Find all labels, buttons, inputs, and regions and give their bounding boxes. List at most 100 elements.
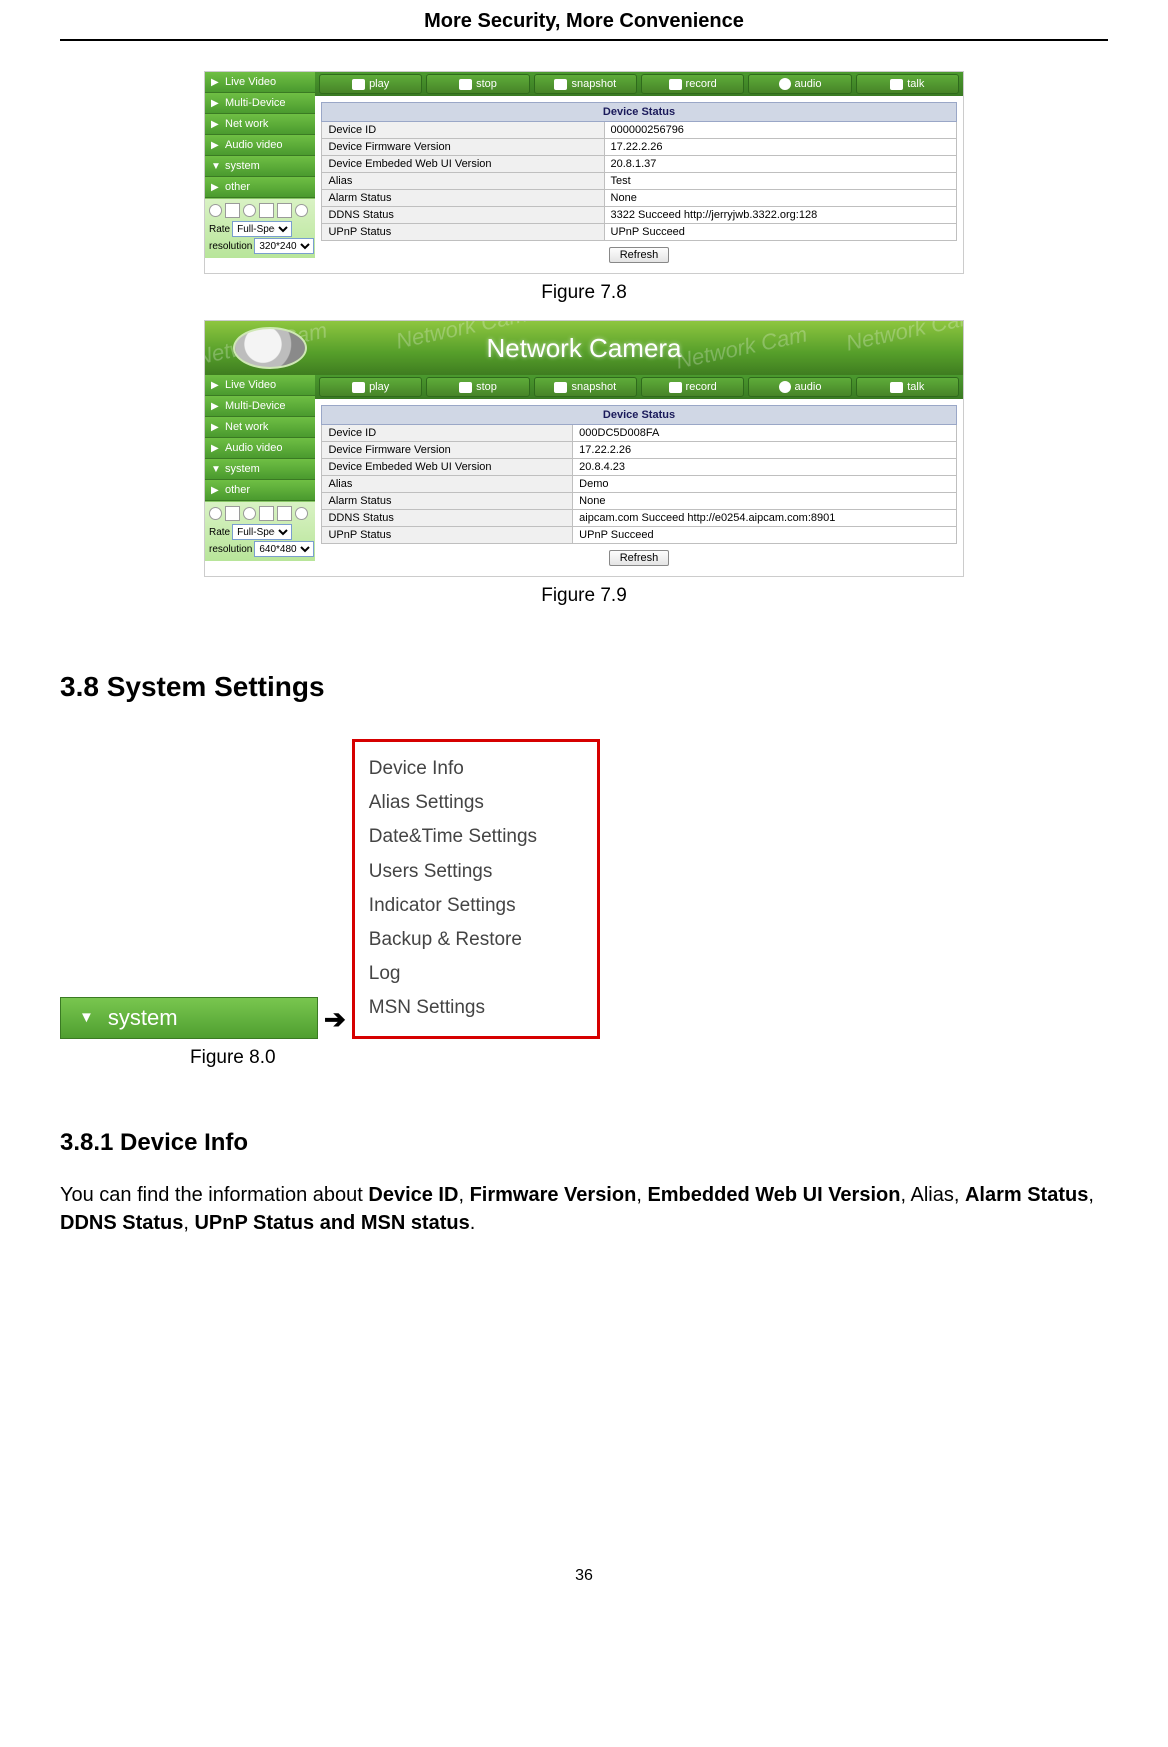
refresh-button[interactable]: Refresh	[609, 247, 670, 263]
sidebar-item-other[interactable]: ▶other	[205, 480, 315, 501]
sidebar-item-system[interactable]: ▼ system	[60, 997, 318, 1039]
chevron-right-icon: ▶	[211, 182, 221, 193]
fig79-toolbar: play stop snapshot record audio talk	[315, 375, 963, 399]
body-text: ,	[636, 1184, 647, 1206]
record-button[interactable]: record	[641, 74, 744, 94]
stop-button[interactable]: stop	[426, 377, 529, 397]
menu-item-log[interactable]: Log	[369, 957, 583, 991]
rate-select[interactable]: Full-Speed	[232, 524, 292, 540]
sidebar-item-audio-video[interactable]: ▶Audio video	[205, 438, 315, 459]
fig78-toolbar: play stop snapshot record audio talk	[315, 72, 963, 96]
talk-button[interactable]: talk	[856, 377, 959, 397]
banner: Network Cam Network Cam Network Cam Netw…	[205, 321, 963, 375]
resolution-select[interactable]: 320*240	[254, 238, 314, 254]
sidebar-item-system[interactable]: ▼system	[205, 459, 315, 480]
layout-button[interactable]	[259, 506, 274, 521]
layout-button[interactable]	[209, 204, 222, 217]
system-submenu: Device Info Alias Settings Date&Time Set…	[352, 739, 600, 1039]
resolution-select[interactable]: 640*480	[254, 541, 314, 557]
refresh-button[interactable]: Refresh	[609, 550, 670, 566]
page-number: 36	[60, 1567, 1108, 1585]
play-button[interactable]: play	[319, 74, 422, 94]
rate-label: Rate	[209, 224, 230, 235]
snapshot-label: snapshot	[571, 381, 616, 393]
audio-label: audio	[795, 78, 822, 90]
menu-item-indicator-settings[interactable]: Indicator Settings	[369, 889, 583, 923]
snapshot-button[interactable]: snapshot	[534, 74, 637, 94]
bold-term: Firmware Version	[470, 1184, 637, 1206]
body-text: ,	[458, 1184, 469, 1206]
menu-item-backup-restore[interactable]: Backup & Restore	[369, 923, 583, 957]
sidebar-item-live-video[interactable]: ▶ Live Video	[205, 72, 315, 93]
sidebar-item-network[interactable]: ▶Net work	[205, 417, 315, 438]
body-text: .	[470, 1212, 476, 1234]
chevron-right-icon: ▶	[211, 401, 221, 412]
sidebar-item-live-video[interactable]: ▶Live Video	[205, 375, 315, 396]
sidebar-item-audio-video[interactable]: ▶ Audio video	[205, 135, 315, 156]
chevron-right-icon: ▶	[211, 485, 221, 496]
stop-button[interactable]: stop	[426, 74, 529, 94]
stop-icon	[459, 79, 472, 90]
chevron-right-icon: ▶	[211, 443, 221, 454]
status-value: None	[573, 493, 956, 510]
snapshot-button[interactable]: snapshot	[534, 377, 637, 397]
play-label: play	[369, 78, 389, 90]
menu-item-msn-settings[interactable]: MSN Settings	[369, 991, 583, 1025]
talk-button[interactable]: talk	[856, 74, 959, 94]
table-row: Device Firmware Version17.22.2.26	[322, 442, 956, 459]
table-row: DDNS Statusaipcam.com Succeed http://e02…	[322, 510, 956, 527]
menu-item-alias-settings[interactable]: Alias Settings	[369, 786, 583, 820]
stop-label: stop	[476, 78, 497, 90]
sidebar-item-other[interactable]: ▶ other	[205, 177, 315, 198]
audio-icon	[779, 381, 791, 393]
table-row: Device ID000000256796	[322, 122, 956, 139]
table-row: AliasDemo	[322, 476, 956, 493]
layout-button[interactable]	[277, 506, 292, 521]
sidebar-item-multi-device[interactable]: ▶ Multi-Device	[205, 93, 315, 114]
sidebar-item-system[interactable]: ▼ system	[205, 156, 315, 177]
sidebar-item-label: Live Video	[225, 76, 276, 88]
body-text: , Alias,	[900, 1184, 964, 1206]
chevron-right-icon: ▶	[211, 140, 221, 151]
layout-button[interactable]	[295, 204, 308, 217]
menu-item-device-info[interactable]: Device Info	[369, 752, 583, 786]
table-row: AliasTest	[322, 173, 956, 190]
status-key: DDNS Status	[322, 207, 604, 224]
rate-select[interactable]: Full-Speed	[232, 221, 292, 237]
snapshot-icon	[554, 382, 567, 393]
layout-button[interactable]	[225, 203, 240, 218]
layout-button[interactable]	[295, 507, 308, 520]
play-icon	[352, 79, 365, 90]
control-panel: Rate Full-Speed resolution 320*240	[205, 198, 315, 258]
play-button[interactable]: play	[319, 377, 422, 397]
device-status-table: Device Status Device ID000DC5D008FA Devi…	[321, 405, 956, 544]
layout-button[interactable]	[209, 507, 222, 520]
rate-label: Rate	[209, 527, 230, 538]
table-row: Alarm StatusNone	[322, 190, 956, 207]
layout-button[interactable]	[243, 507, 256, 520]
layout-button[interactable]	[259, 203, 274, 218]
sidebar-item-label: other	[225, 181, 250, 193]
status-value: 000DC5D008FA	[573, 425, 956, 442]
layout-button[interactable]	[277, 203, 292, 218]
bold-term: Alarm Status	[965, 1184, 1088, 1206]
layout-button[interactable]	[225, 506, 240, 521]
status-key: Device Firmware Version	[322, 442, 573, 459]
header-rule	[60, 39, 1108, 41]
fig79-sidebar: ▶Live Video ▶Multi-Device ▶Net work ▶Aud…	[205, 375, 315, 576]
sidebar-item-multi-device[interactable]: ▶Multi-Device	[205, 396, 315, 417]
chevron-right-icon: ▶	[211, 422, 221, 433]
audio-button[interactable]: audio	[748, 74, 851, 94]
menu-item-users-settings[interactable]: Users Settings	[369, 855, 583, 889]
figure-8-0: ▼ system ➔ Device Info Alias Settings Da…	[60, 739, 1108, 1039]
talk-label: talk	[907, 78, 924, 90]
layout-button[interactable]	[243, 204, 256, 217]
status-value: 17.22.2.26	[573, 442, 956, 459]
sidebar-item-network[interactable]: ▶ Net work	[205, 114, 315, 135]
record-button[interactable]: record	[641, 377, 744, 397]
status-value: UPnP Succeed	[573, 527, 956, 544]
menu-item-date-time-settings[interactable]: Date&Time Settings	[369, 820, 583, 854]
audio-button[interactable]: audio	[748, 377, 851, 397]
figure-7-8: ▶ Live Video ▶ Multi-Device ▶ Net work ▶…	[60, 71, 1108, 274]
status-key: Alias	[322, 476, 573, 493]
